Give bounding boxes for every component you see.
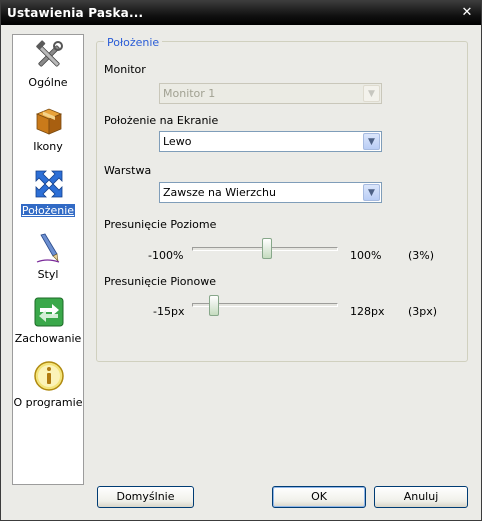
sidebar-item-position[interactable]: Położenie	[13, 168, 83, 228]
window-title: Ustawienia Paska...	[7, 6, 144, 20]
horizontal-offset-min: -100%	[148, 249, 184, 262]
sidebar-item-label: O programie	[13, 396, 83, 409]
layer-value: Zawsze na Wierzchu	[163, 186, 276, 199]
dialog-body: Ogólne Ikony Położenie Styl Zachowanie O…	[1, 25, 481, 520]
sidebar-item-general[interactable]: Ogólne	[13, 40, 83, 100]
cancel-button[interactable]: Anuluj	[374, 486, 468, 508]
move-arrows-icon	[35, 170, 63, 198]
sidebar-item-about[interactable]: O programie	[13, 360, 83, 420]
chevron-down-icon[interactable]: ▼	[363, 133, 380, 150]
layer-select[interactable]: Zawsze na Wierzchu ▼	[159, 182, 382, 203]
monitor-label: Monitor	[104, 63, 146, 76]
info-icon	[34, 361, 64, 391]
horizontal-offset-label: Presunięcie Poziome	[104, 218, 217, 231]
sidebar-item-label: Ikony	[33, 140, 63, 153]
vertical-offset-max: 128px	[350, 305, 385, 318]
swap-arrows-icon	[34, 297, 64, 327]
defaults-button[interactable]: Domyślnie	[97, 486, 194, 508]
tools-icon	[36, 40, 63, 67]
category-sidebar: Ogólne Ikony Położenie Styl Zachowanie O…	[12, 34, 84, 485]
sidebar-item-style[interactable]: Styl	[13, 232, 83, 292]
sidebar-item-label: Zachowanie	[14, 332, 82, 345]
settings-window: Ustawienia Paska... ✕ Ogólne Ikony Położ…	[0, 0, 482, 521]
sidebar-item-label: Styl	[37, 268, 59, 281]
screen-position-label: Położenie na Ekranie	[104, 114, 219, 127]
title-bar[interactable]: Ustawienia Paska... ✕	[1, 1, 481, 25]
sidebar-item-label: Położenie	[20, 204, 76, 217]
groupbox-title: Położenie	[104, 36, 163, 49]
sidebar-item-behavior[interactable]: Zachowanie	[13, 296, 83, 356]
ok-button[interactable]: OK	[272, 486, 366, 508]
sidebar-item-icons[interactable]: Ikony	[13, 104, 83, 164]
monitor-select: Monitor 1 ▼	[159, 83, 382, 104]
close-icon[interactable]: ✕	[459, 5, 475, 21]
monitor-select-value: Monitor 1	[163, 87, 216, 100]
vertical-offset-label: Presunięcie Pionowe	[104, 275, 216, 288]
horizontal-offset-max: 100%	[350, 249, 382, 262]
chevron-down-icon[interactable]: ▼	[363, 184, 380, 201]
horizontal-offset-thumb[interactable]	[262, 238, 272, 259]
vertical-offset-min: -15px	[153, 305, 185, 318]
chevron-down-icon: ▼	[363, 85, 380, 102]
pen-icon	[36, 233, 60, 263]
screen-position-value: Lewo	[163, 135, 192, 148]
box-icon	[35, 108, 63, 135]
screen-position-select[interactable]: Lewo ▼	[159, 131, 382, 152]
sidebar-item-label: Ogólne	[28, 76, 68, 89]
vertical-offset-thumb[interactable]	[209, 295, 219, 316]
horizontal-offset-value: (3%)	[408, 249, 435, 262]
layer-label: Warstwa	[104, 164, 152, 177]
vertical-offset-value: (3px)	[408, 305, 438, 318]
